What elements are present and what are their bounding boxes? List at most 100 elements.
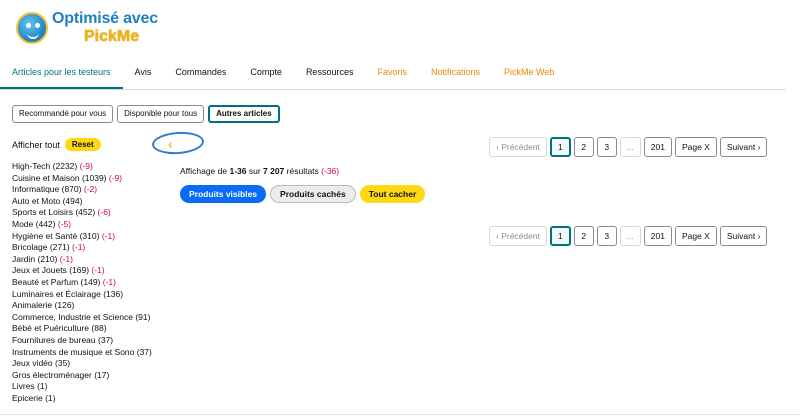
collapse-sidebar-button[interactable]: ‹: [151, 130, 205, 156]
category-name: High-Tech: [12, 161, 51, 171]
results-total: 7 207: [263, 166, 285, 176]
category-name: Jardin: [12, 253, 36, 264]
page-button-bottom[interactable]: 3: [596, 226, 617, 246]
category-item[interactable]: Mode (442) (-5): [12, 219, 152, 231]
category-delta: (-6): [97, 207, 111, 218]
category-item[interactable]: Jardin (210) (-1): [12, 254, 152, 266]
category-name: Fournitures de bureau: [12, 334, 96, 345]
filter-button-1[interactable]: Disponible pour tous: [117, 105, 205, 123]
category-item[interactable]: Jeux et Jouets (169) (-1): [12, 265, 152, 277]
category-item[interactable]: High-Tech (2232) (-9): [12, 161, 152, 173]
page-button-top[interactable]: 1: [549, 137, 571, 157]
previous-button-bottom[interactable]: ‹ Précédent: [489, 226, 547, 246]
category-item[interactable]: Jeux vidéo (35): [12, 358, 152, 370]
category-delta: (-5): [57, 218, 72, 229]
category-count: (149): [80, 276, 101, 287]
category-item[interactable]: Cuisine et Maison (1039) (-9): [12, 173, 152, 185]
results-prefix: Affichage de: [180, 166, 230, 176]
category-item[interactable]: Informatique (870) (-2): [12, 184, 152, 196]
results-range: 1-36: [229, 166, 247, 176]
page-x-button-top[interactable]: Page X: [674, 137, 717, 157]
results-middle: sur: [246, 166, 264, 176]
tab-1[interactable]: Avis: [123, 60, 164, 89]
tab-0[interactable]: Articles pour les testeurs: [0, 60, 123, 89]
tab-4[interactable]: Ressources: [294, 60, 366, 89]
category-delta: (-1): [102, 276, 116, 287]
category-name: Beauté et Parfum: [12, 276, 79, 287]
filter-button-2[interactable]: Autres articles: [208, 105, 280, 123]
category-item[interactable]: Commerce, Industrie et Science (91): [12, 312, 152, 324]
filter-button-0[interactable]: Recommandé pour vous: [12, 105, 114, 123]
category-count: (494): [62, 195, 83, 206]
category-delta: (-1): [91, 265, 105, 276]
category-delta: (-9): [108, 172, 123, 183]
page-button-bottom[interactable]: 1: [549, 226, 571, 246]
category-name: Instruments de musique et Sono: [12, 346, 135, 357]
category-count: (2232): [52, 161, 78, 171]
tab-2[interactable]: Commandes: [163, 60, 238, 89]
category-name: Jeux et Jouets: [12, 265, 67, 276]
category-count: (37): [136, 346, 152, 357]
category-item[interactable]: Instruments de musique et Sono (37): [12, 347, 152, 359]
previous-button-top[interactable]: ‹ Précédent: [489, 137, 547, 157]
page-button-bottom[interactable]: 2: [573, 226, 594, 246]
category-name: Cuisine et Maison: [12, 172, 80, 183]
category-name: Hygiène et Santé: [12, 230, 78, 241]
view-buttons: Produits visibles Produits cachés Tout c…: [180, 185, 426, 203]
visible-products-button[interactable]: Produits visibles: [180, 185, 267, 203]
category-item[interactable]: Beauté et Parfum (149) (-1): [12, 277, 152, 289]
tab-6[interactable]: Notifications: [419, 60, 492, 89]
tab-5[interactable]: Favoris: [365, 60, 419, 89]
category-count: (442): [35, 218, 56, 229]
show-all-link[interactable]: Afficher tout: [12, 140, 60, 150]
category-delta: (-9): [79, 161, 93, 171]
category-item[interactable]: Luminaires et Éclairage (136): [12, 289, 152, 301]
category-count: (1): [37, 381, 48, 392]
category-delta: (-1): [72, 242, 86, 253]
pagination-top: ‹ Précédent 1 2 3... 201 Page X Suivant ›: [489, 137, 768, 157]
filter-buttons: Recommandé pour vous Disponible pour tous…: [12, 105, 280, 123]
category-name: Mode: [12, 218, 34, 229]
category-count: (210): [37, 253, 58, 264]
category-list: High-Tech (2232) (-9) Cuisine et Maison (…: [12, 161, 152, 404]
category-item[interactable]: Sports et Loisirs (452) (-6): [12, 207, 152, 219]
category-name: Commerce, Industrie et Science: [12, 311, 133, 322]
hidden-products-button[interactable]: Produits cachés: [270, 185, 356, 203]
category-item[interactable]: Animalerie (126): [12, 300, 152, 312]
category-count: (870): [61, 184, 82, 195]
results-summary: Affichage de 1-36 sur 7 207 résultats (-…: [180, 166, 339, 176]
category-count: (17): [94, 369, 110, 380]
category-delta: (-1): [101, 230, 116, 241]
page-button-bottom[interactable]: 201: [643, 226, 672, 246]
category-name: Jeux vidéo: [12, 358, 53, 369]
category-item[interactable]: Bricolage (271) (-1): [12, 242, 152, 254]
hide-all-button[interactable]: Tout cacher: [359, 185, 426, 203]
show-all-row: Afficher tout Reset: [12, 138, 101, 151]
category-count: (37): [98, 334, 114, 345]
page-button-top[interactable]: 3: [596, 137, 617, 157]
next-button-bottom[interactable]: Suivant ›: [719, 226, 768, 246]
category-count: (310): [79, 230, 100, 241]
tab-3[interactable]: Compte: [238, 60, 294, 89]
category-name: Auto et Moto: [12, 195, 61, 206]
category-item[interactable]: Hygiène et Santé (310) (-1): [12, 231, 152, 243]
category-item[interactable]: Fournitures de bureau (37): [12, 335, 152, 347]
category-item[interactable]: Gros électroménager (17): [12, 370, 152, 382]
category-item[interactable]: Livres (1): [12, 381, 152, 393]
reset-button[interactable]: Reset: [64, 138, 101, 151]
bottom-divider: [0, 414, 800, 415]
category-name: Luminaires et Éclairage: [12, 288, 101, 299]
logo-text-line2: PickMe: [84, 28, 140, 45]
category-item[interactable]: Bébé et Puériculture (88): [12, 323, 152, 335]
category-item[interactable]: Auto et Moto (494): [12, 196, 152, 208]
page-button-top[interactable]: 2: [573, 137, 594, 157]
category-name: Informatique: [12, 184, 60, 195]
tab-7[interactable]: PickMe Web: [492, 60, 566, 89]
category-count: (452): [75, 207, 96, 218]
category-name: Gros électroménager: [12, 369, 92, 380]
next-button-top[interactable]: Suivant ›: [719, 137, 768, 157]
category-count: (169): [69, 265, 90, 276]
category-item[interactable]: Epicerie (1): [12, 393, 152, 405]
page-button-top[interactable]: 201: [643, 137, 672, 157]
page-x-button-bottom[interactable]: Page X: [674, 226, 717, 246]
